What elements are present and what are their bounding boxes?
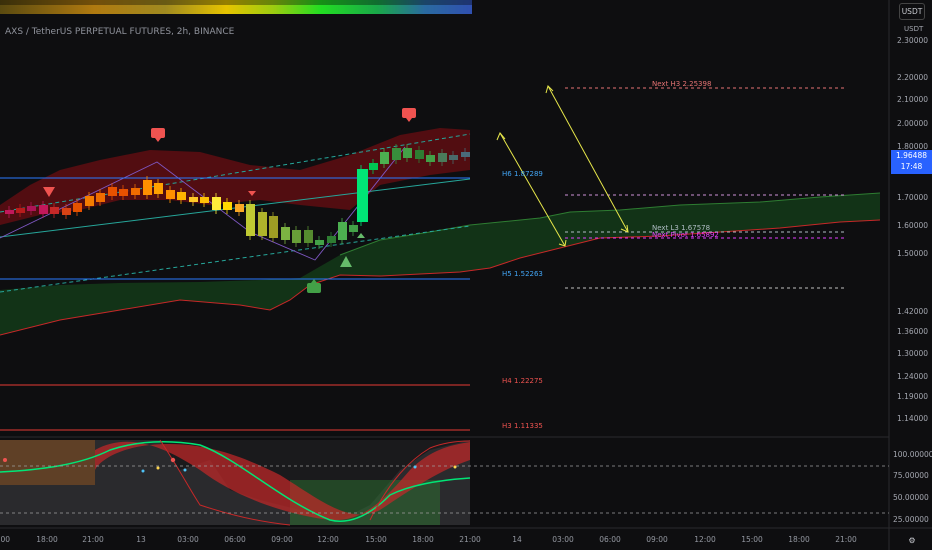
price-axis-label: 2.00000	[897, 119, 928, 128]
candle	[27, 206, 36, 211]
time-axis-label: 03:00	[552, 535, 574, 544]
time-axis-label: 09:00	[646, 535, 668, 544]
candle	[16, 208, 25, 213]
current-price-tag: 1.96488 17:48	[891, 150, 932, 174]
candle	[166, 190, 175, 199]
candle	[200, 197, 209, 203]
time-axis-label: 15:00	[741, 535, 763, 544]
time-axis-label: 15:00	[365, 535, 387, 544]
candle	[269, 216, 278, 238]
candle	[5, 210, 14, 214]
candle	[338, 222, 347, 240]
candle	[315, 240, 324, 245]
price-axis-label: 1.70000	[897, 193, 928, 202]
time-axis-label: 14	[512, 535, 522, 544]
pivot-label-h6: H6 1.87289	[502, 170, 543, 178]
time-axis-label: 06:00	[224, 535, 246, 544]
candle	[380, 152, 389, 164]
candle	[403, 148, 412, 158]
candle	[62, 208, 71, 215]
time-axis-label: :00	[0, 535, 10, 544]
candle	[292, 230, 301, 243]
candle	[349, 225, 358, 232]
time-axis-label: 09:00	[271, 535, 293, 544]
time-axis-label: 13	[136, 535, 146, 544]
time-axis[interactable]: :00 18:00 21:00 13 03:00 06:00 09:00 12:00 15:00…	[0, 535, 857, 544]
candle	[449, 155, 458, 160]
candle	[189, 197, 198, 202]
sell-label-icon	[402, 108, 416, 118]
candle	[235, 204, 244, 212]
bullish-cloud	[0, 193, 880, 335]
oscillator-axis-label: 25.00000	[893, 515, 929, 524]
time-axis-label: 21:00	[82, 535, 104, 544]
price-axis-label: 1.42000	[897, 307, 928, 316]
oscillator-axis[interactable]: 100.00000 75.00000 50.00000 25.00000	[893, 450, 932, 524]
candle	[369, 163, 378, 170]
price-axis-label: 1.24000	[897, 372, 928, 381]
pivot-label-h5: H5 1.52263	[502, 270, 543, 278]
time-axis-label: 18:00	[412, 535, 434, 544]
price-axis-label: 1.19000	[897, 392, 928, 401]
price-axis-label: 1.14000	[897, 414, 928, 423]
candle	[212, 197, 221, 210]
pivot-label-h3: H3 1.11335	[502, 422, 543, 430]
oscillator-axis-label: 100.00000	[893, 450, 932, 459]
time-axis-label: 03:00	[177, 535, 199, 544]
candle	[392, 148, 401, 160]
price-axis-label: 1.30000	[897, 349, 928, 358]
price-axis-label: 1.50000	[897, 249, 928, 258]
price-axis-label: 2.30000	[897, 36, 928, 45]
current-price-value: 1.96488	[895, 151, 927, 160]
time-axis-label: 06:00	[599, 535, 621, 544]
candle	[258, 212, 267, 236]
candle	[39, 205, 48, 214]
time-axis-label: 12:00	[694, 535, 716, 544]
bar-countdown: 17:48	[900, 162, 923, 171]
price-axis-label: 2.10000	[897, 95, 928, 104]
oscillator-axis-label: 75.00000	[893, 471, 929, 480]
candle	[426, 155, 435, 162]
time-axis-label: 18:00	[788, 535, 810, 544]
candle	[438, 153, 447, 162]
candle	[96, 193, 105, 202]
candle	[131, 188, 140, 195]
time-axis-label: 21:00	[835, 535, 857, 544]
candle	[415, 150, 424, 159]
candle	[461, 152, 470, 157]
candle	[327, 236, 336, 243]
pivot-label-next-h3: Next H3 2.25398	[652, 80, 711, 88]
pivot-label-h4: H4 1.22275	[502, 377, 543, 385]
candle	[143, 180, 152, 195]
candle	[281, 227, 290, 240]
candle	[50, 207, 59, 214]
time-axis-label: 12:00	[317, 535, 339, 544]
candle	[73, 203, 82, 212]
candle	[223, 202, 232, 210]
candle	[119, 189, 128, 196]
sell-label-icon	[151, 128, 165, 138]
oscillator-axis-label: 50.00000	[893, 493, 929, 502]
pivot-label-next-pivot: Next Pivot 1.65892	[652, 231, 719, 239]
candle	[246, 204, 255, 236]
price-axis-label: 2.20000	[897, 73, 928, 82]
price-axis-label: 1.36000	[897, 327, 928, 336]
candle	[304, 230, 313, 243]
price-axis-label: 1.60000	[897, 221, 928, 230]
candle	[357, 169, 368, 222]
oscillator-pane	[0, 439, 889, 526]
time-axis-label: 21:00	[459, 535, 481, 544]
candle	[154, 183, 163, 194]
buy-small-triangle-icon	[357, 233, 365, 238]
candle	[108, 187, 117, 196]
buy-label-icon	[307, 283, 321, 293]
price-axis[interactable]: 2.300002.200002.100002.000001.800001.700…	[897, 36, 928, 423]
candle	[177, 192, 186, 200]
time-axis-label: 18:00	[36, 535, 58, 544]
price-chart[interactable]: Next H3 2.25398 H6 1.87289 H5 1.52263 Ne…	[0, 0, 932, 550]
chart-settings-icon[interactable]: ⚙	[906, 535, 918, 547]
candle	[85, 196, 94, 206]
